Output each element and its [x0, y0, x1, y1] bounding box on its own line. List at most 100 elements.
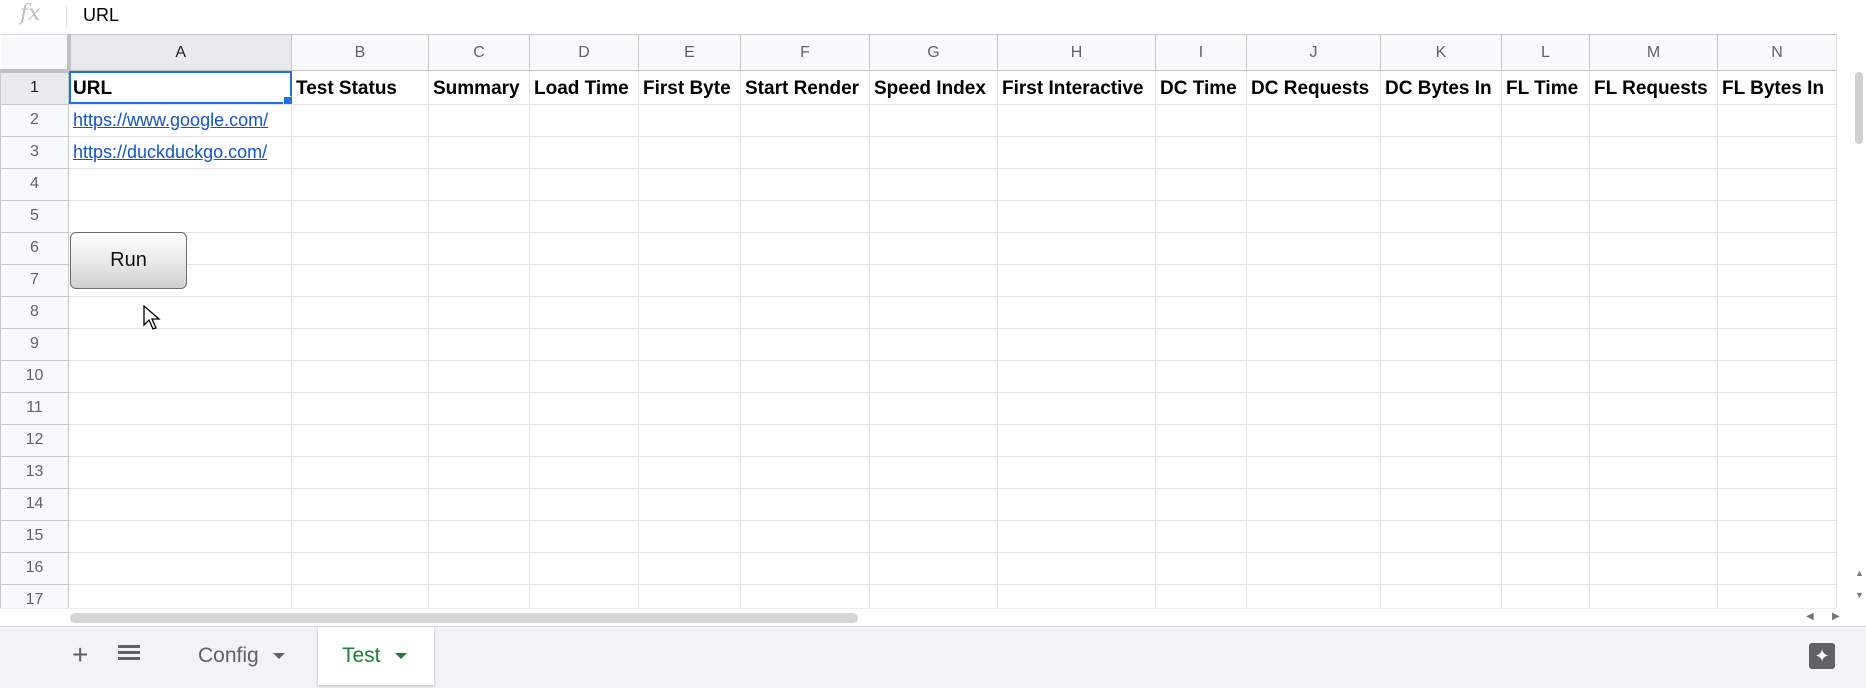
- row-header-15[interactable]: 15: [0, 519, 69, 553]
- cell[interactable]: [1380, 551, 1502, 585]
- cell[interactable]: [529, 391, 639, 425]
- cell[interactable]: [1155, 103, 1247, 137]
- run-button[interactable]: Run: [70, 232, 187, 289]
- cell[interactable]: [1155, 551, 1247, 585]
- cell[interactable]: [68, 199, 292, 233]
- cell[interactable]: [1589, 359, 1718, 393]
- cell[interactable]: [1155, 583, 1247, 608]
- cell[interactable]: [869, 327, 998, 361]
- cell[interactable]: [1501, 167, 1590, 201]
- cell[interactable]: [68, 391, 292, 425]
- row-header-7[interactable]: 7: [0, 263, 69, 297]
- cell[interactable]: [428, 167, 530, 201]
- cell[interactable]: [1246, 199, 1381, 233]
- column-header-a[interactable]: A: [68, 34, 292, 71]
- cell[interactable]: [740, 487, 870, 521]
- select-all-corner[interactable]: [0, 34, 71, 73]
- cell[interactable]: [997, 167, 1156, 201]
- row-header-3[interactable]: 3: [0, 135, 69, 169]
- cell[interactable]: [1155, 199, 1247, 233]
- cell[interactable]: [529, 583, 639, 608]
- cell-a1[interactable]: URL: [68, 70, 292, 105]
- cell[interactable]: [1380, 487, 1502, 521]
- cell[interactable]: [529, 423, 639, 457]
- cell[interactable]: [1246, 583, 1381, 608]
- cell[interactable]: [638, 359, 741, 393]
- cell[interactable]: [1717, 455, 1836, 489]
- cell[interactable]: [869, 519, 998, 553]
- cell[interactable]: [291, 359, 429, 393]
- tab-test[interactable]: Test: [318, 627, 434, 685]
- cell-b1[interactable]: Test Status: [291, 70, 429, 105]
- cell[interactable]: [1717, 263, 1836, 297]
- cell[interactable]: [291, 103, 429, 137]
- cell-h1[interactable]: First Interactive: [997, 70, 1156, 105]
- scroll-left-icon[interactable]: ◀: [1806, 611, 1814, 622]
- url-link-google[interactable]: https://www.google.com/: [73, 110, 268, 130]
- column-header-j[interactable]: J: [1246, 34, 1381, 71]
- url-link-duckduckgo[interactable]: https://duckduckgo.com/: [73, 142, 267, 162]
- column-header-d[interactable]: D: [529, 34, 639, 71]
- cell[interactable]: [1501, 455, 1590, 489]
- cell[interactable]: [1717, 487, 1836, 521]
- cell[interactable]: [1589, 423, 1718, 457]
- cell[interactable]: [529, 167, 639, 201]
- cell[interactable]: [428, 231, 530, 265]
- cell[interactable]: [428, 199, 530, 233]
- cell[interactable]: [997, 135, 1156, 169]
- cell[interactable]: [529, 551, 639, 585]
- cell[interactable]: [1380, 519, 1502, 553]
- cell[interactable]: [997, 295, 1156, 329]
- column-header-g[interactable]: G: [869, 34, 998, 71]
- cell[interactable]: [1380, 135, 1502, 169]
- cell[interactable]: [1246, 519, 1381, 553]
- cell[interactable]: [638, 135, 741, 169]
- cell[interactable]: [428, 519, 530, 553]
- formula-input[interactable]: URL: [83, 5, 119, 26]
- cell[interactable]: [1155, 135, 1247, 169]
- cell[interactable]: [997, 199, 1156, 233]
- cell[interactable]: [1501, 391, 1590, 425]
- cell[interactable]: [997, 487, 1156, 521]
- cell[interactable]: [1589, 391, 1718, 425]
- add-sheet-icon[interactable]: +: [72, 639, 88, 671]
- column-header-f[interactable]: F: [740, 34, 870, 71]
- cell[interactable]: [428, 135, 530, 169]
- cell[interactable]: [291, 167, 429, 201]
- cell-n1[interactable]: FL Bytes In: [1717, 70, 1836, 105]
- cell[interactable]: [1501, 583, 1590, 608]
- cell[interactable]: [1717, 167, 1836, 201]
- cell-f1[interactable]: Start Render: [740, 70, 870, 105]
- cell[interactable]: [428, 487, 530, 521]
- all-sheets-menu-icon[interactable]: [118, 645, 140, 663]
- cell[interactable]: [869, 391, 998, 425]
- cell[interactable]: [638, 391, 741, 425]
- cell-l1[interactable]: FL Time: [1501, 70, 1590, 105]
- cell[interactable]: [1246, 167, 1381, 201]
- cell[interactable]: [1380, 391, 1502, 425]
- cell[interactable]: [740, 167, 870, 201]
- scroll-down-icon[interactable]: ▼: [1855, 590, 1864, 600]
- cell[interactable]: [1246, 263, 1381, 297]
- row-header-10[interactable]: 10: [0, 359, 69, 393]
- cell[interactable]: [638, 551, 741, 585]
- cell[interactable]: [1246, 391, 1381, 425]
- cell[interactable]: [1501, 295, 1590, 329]
- cell[interactable]: [529, 359, 639, 393]
- cell[interactable]: [428, 391, 530, 425]
- cell[interactable]: [1246, 103, 1381, 137]
- cell[interactable]: [428, 455, 530, 489]
- cell[interactable]: [740, 391, 870, 425]
- cell[interactable]: [1501, 519, 1590, 553]
- cell[interactable]: [869, 199, 998, 233]
- cell[interactable]: [869, 231, 998, 265]
- cell[interactable]: [68, 295, 292, 329]
- row-header-1[interactable]: 1: [0, 70, 69, 105]
- horizontal-scroll-thumb[interactable]: [70, 613, 858, 623]
- cell[interactable]: [1246, 295, 1381, 329]
- cell[interactable]: [638, 103, 741, 137]
- cell[interactable]: [869, 583, 998, 608]
- fill-handle[interactable]: [283, 95, 291, 104]
- scroll-right-icon[interactable]: ▶: [1832, 611, 1840, 622]
- cell[interactable]: [740, 423, 870, 457]
